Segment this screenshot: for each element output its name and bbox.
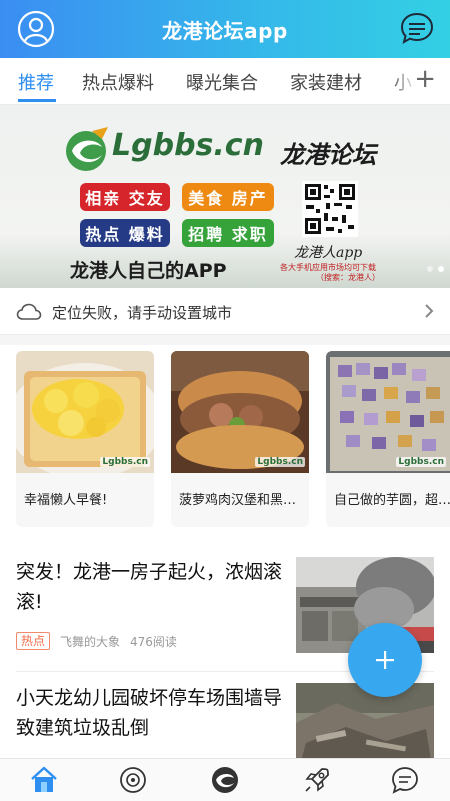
plus-icon: [376, 651, 394, 669]
dragon-logo-icon: [66, 127, 108, 171]
featured-card[interactable]: Lgbbs.cn 菠萝鸡肉汉堡和黑…: [171, 351, 309, 527]
card-caption: 幸福懒人早餐!: [24, 493, 108, 508]
pagination-dot-active[interactable]: [438, 266, 444, 272]
location-status: 定位失败，请手动设置城市: [52, 304, 233, 322]
location-bar[interactable]: 定位失败，请手动设置城市: [0, 290, 450, 335]
featured-card[interactable]: Lgbbs.cn 幸福懒人早餐!: [16, 351, 154, 527]
featured-card[interactable]: Lgbbs.cn 自己做的芋圆，超…: [326, 351, 450, 527]
banner-pagination: [427, 266, 444, 272]
tab-hot-news[interactable]: 热点爆料: [82, 69, 154, 95]
pill-food-housing: 美食 房产: [182, 183, 274, 211]
discover-icon[interactable]: [118, 765, 148, 795]
card-caption: 自己做的芋圆，超…: [334, 493, 450, 508]
app-logo-icon[interactable]: [210, 765, 240, 795]
app-header: 龙港论坛app: [0, 0, 450, 58]
news-read-count: 476阅读: [130, 634, 177, 649]
rocket-icon[interactable]: [302, 765, 332, 795]
news-headline[interactable]: 小天龙幼儿园破坏停车场围墙导致建筑垃圾乱倒: [16, 683, 284, 743]
food-photo-burger: [171, 351, 309, 473]
card-watermark: Lgbbs.cn: [396, 457, 446, 467]
banner-slogan: 龙港人自己的APP: [70, 260, 227, 282]
chevron-right-icon: [425, 304, 434, 318]
hot-badge: 热点: [16, 632, 51, 650]
section-separator: [0, 335, 450, 345]
active-tab-indicator: [18, 99, 56, 102]
tab-recommend[interactable]: 推荐: [18, 69, 54, 95]
card-watermark: Lgbbs.cn: [255, 457, 305, 467]
news-meta: 热点 飞舞的大象 476阅读: [16, 632, 177, 650]
category-tabs: 推荐 热点爆料 曝光集合 家装建材 小 +: [0, 58, 450, 105]
news-thumbnail-rubble: [296, 683, 434, 760]
news-headline[interactable]: 突发！龙港一房子起火，浓烟滚滚!: [16, 557, 284, 617]
search-note: （搜索：龙港人）: [316, 273, 380, 282]
pill-hot-news: 热点 爆料: [80, 219, 170, 247]
pill-dating: 相亲 交友: [80, 183, 170, 211]
promo-banner[interactable]: Lgbbs.cn 龙港论坛 相亲 交友 美食 房产 热点 爆料 招聘 求职 龙港…: [0, 105, 450, 288]
news-author[interactable]: 飞舞的大象: [60, 633, 120, 650]
food-photo-breakfast: [16, 351, 154, 473]
user-avatar-icon[interactable]: [17, 10, 55, 48]
qr-code-icon: [302, 181, 358, 237]
site-domain: Lgbbs.cn: [112, 128, 264, 163]
card-caption: 菠萝鸡肉汉堡和黑…: [179, 493, 297, 508]
floating-add-button[interactable]: [348, 623, 422, 697]
pagination-dot[interactable]: [427, 266, 433, 272]
pill-jobs: 招聘 求职: [182, 219, 274, 247]
app-title: 龙港论坛app: [162, 18, 288, 43]
chat-icon[interactable]: [390, 765, 420, 795]
message-bubble-icon[interactable]: [398, 10, 436, 48]
card-watermark: Lgbbs.cn: [100, 457, 150, 467]
tab-home-building[interactable]: 家装建材: [290, 69, 362, 95]
food-photo-taro-balls: [326, 351, 450, 473]
bottom-navigation: [0, 758, 450, 801]
add-tab-button[interactable]: +: [414, 66, 436, 92]
tab-exposure[interactable]: 曝光集合: [186, 69, 258, 95]
forum-name: 龙港论坛: [280, 140, 376, 169]
site-logo-text: Lgbbs.cn: [112, 128, 264, 163]
cloud-icon: [16, 303, 42, 320]
featured-cards: Lgbbs.cn 幸福懒人早餐! Lgbbs.cn 菠萝鸡肉汉堡和黑… Lgbb…: [0, 345, 450, 532]
app-name-label: 龙港人app: [294, 245, 363, 261]
home-icon[interactable]: [29, 765, 59, 795]
